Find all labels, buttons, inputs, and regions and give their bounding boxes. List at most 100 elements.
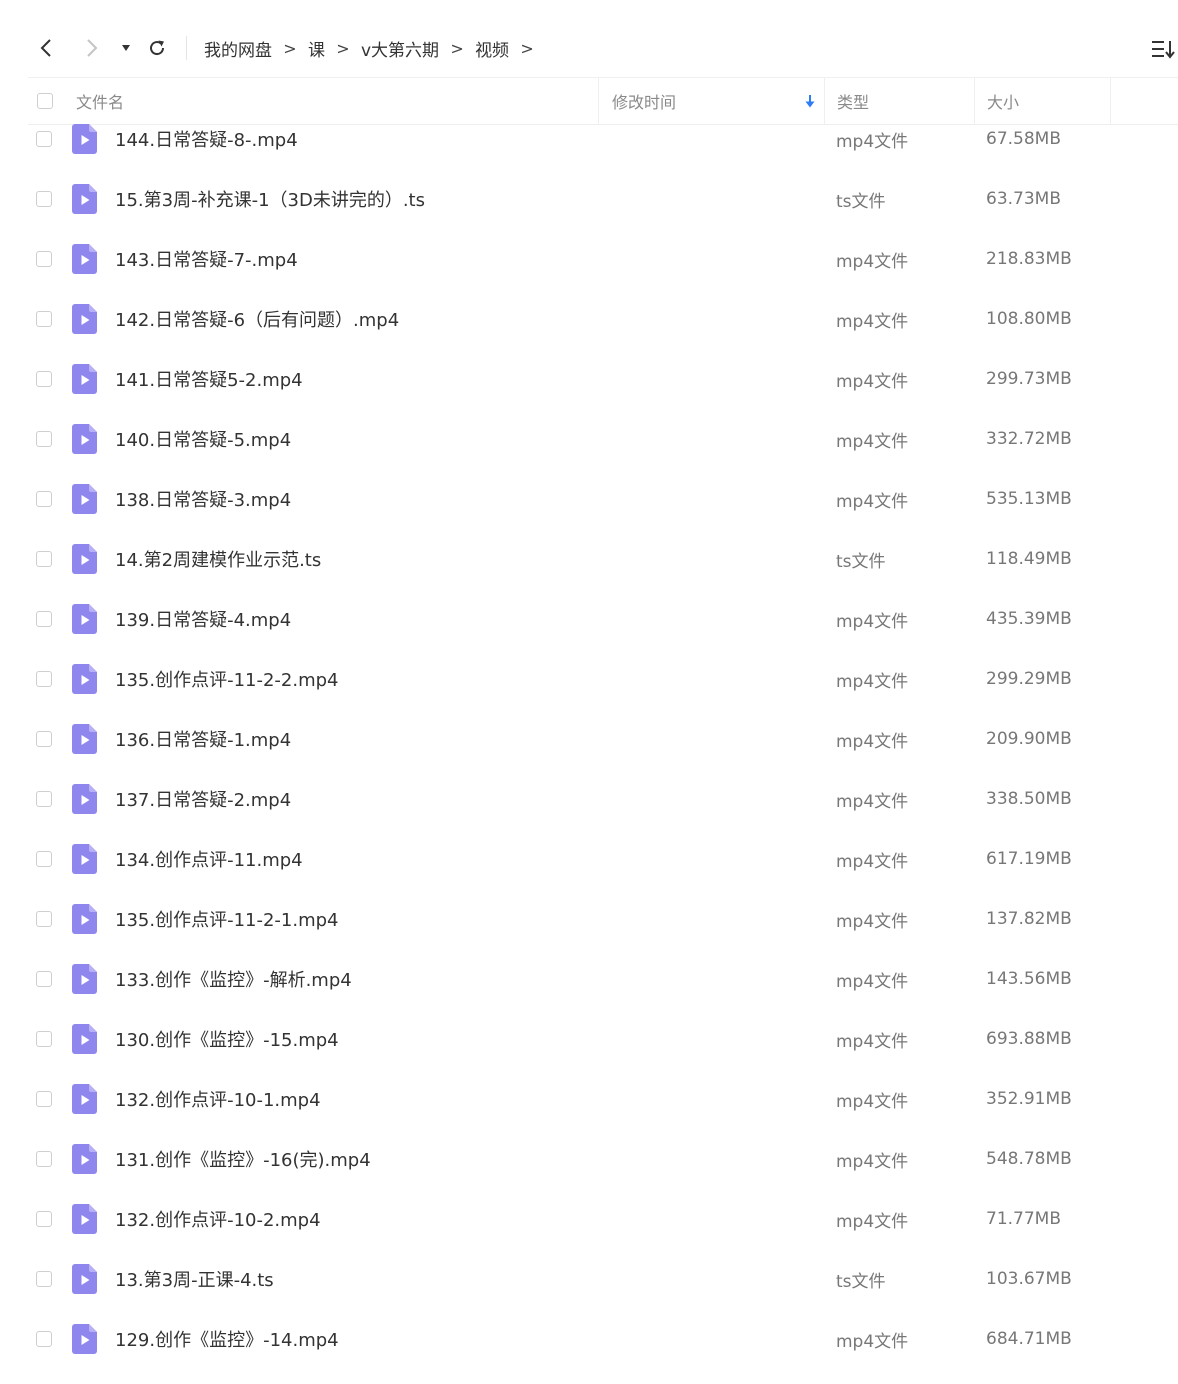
file-row[interactable]: 133.创作《监控》-解析.mp4 mp4文件 143.56MB [28,964,1178,1024]
file-name[interactable]: 132.创作点评-10-2.mp4 [115,1204,321,1234]
file-row[interactable]: 135.创作点评-11-2-2.mp4 mp4文件 299.29MB [28,664,1178,724]
file-row[interactable]: 135.创作点评-11-2-1.mp4 mp4文件 137.82MB [28,904,1178,964]
file-name[interactable]: 131.创作《监控》-16(完).mp4 [115,1144,371,1174]
row-checkbox[interactable] [36,911,52,927]
sort-list-icon [1152,41,1175,59]
column-header-name[interactable]: 文件名 [76,78,598,124]
file-name[interactable]: 135.创作点评-11-2-2.mp4 [115,664,339,694]
file-name[interactable]: 13.第3周-正课-4.ts [115,1264,274,1294]
file-name[interactable]: 144.日常答疑-8-.mp4 [115,124,298,154]
row-checkbox[interactable] [36,671,52,687]
select-all-checkbox[interactable] [37,93,53,109]
file-row[interactable]: 129.创作《监控》-14.mp4 mp4文件 684.71MB [28,1324,1178,1384]
row-checkbox[interactable] [36,1031,52,1047]
file-type: mp4文件 [836,611,909,632]
column-header-type[interactable]: 类型 [824,78,974,124]
history-dropdown-button[interactable] [116,32,136,64]
file-row[interactable]: 140.日常答疑-5.mp4 mp4文件 332.72MB [28,424,1178,484]
file-row[interactable]: 139.日常答疑-4.mp4 mp4文件 435.39MB [28,604,1178,664]
row-checkbox-cell [34,424,54,454]
file-size: 617.19MB [986,849,1072,869]
file-row[interactable]: 132.创作点评-10-1.mp4 mp4文件 352.91MB [28,1084,1178,1144]
row-checkbox[interactable] [36,551,52,567]
row-checkbox[interactable] [36,1091,52,1107]
file-row[interactable]: 131.创作《监控》-16(完).mp4 mp4文件 548.78MB [28,1144,1178,1204]
file-size: 67.58MB [986,129,1061,149]
video-file-icon [72,1204,98,1234]
column-header-size[interactable]: 大小 [974,78,1110,124]
file-size: 338.50MB [986,789,1072,809]
video-file-icon [72,964,98,994]
row-checkbox[interactable] [36,1271,52,1287]
file-name[interactable]: 137.日常答疑-2.mp4 [115,784,291,814]
file-name[interactable]: 133.创作《监控》-解析.mp4 [115,964,352,994]
file-name[interactable]: 143.日常答疑-7-.mp4 [115,244,298,274]
sort-menu-button[interactable] [1148,34,1178,64]
file-name[interactable]: 138.日常答疑-3.mp4 [115,484,291,514]
forward-button[interactable] [78,32,106,64]
breadcrumb-item-term[interactable]: v大第六期 [361,36,439,61]
row-checkbox-cell [34,364,54,394]
row-checkbox[interactable] [36,1151,52,1167]
file-row[interactable]: 136.日常答疑-1.mp4 mp4文件 209.90MB [28,724,1178,784]
breadcrumb-item-my-drive[interactable]: 我的网盘 [204,36,272,61]
file-row[interactable]: 142.日常答疑-6（后有问题）.mp4 mp4文件 108.80MB [28,304,1178,364]
file-type: ts文件 [836,551,886,572]
file-name[interactable]: 139.日常答疑-4.mp4 [115,604,291,634]
file-row[interactable]: 138.日常答疑-3.mp4 mp4文件 535.13MB [28,484,1178,544]
file-type: mp4文件 [836,311,909,332]
file-name[interactable]: 142.日常答疑-6（后有问题）.mp4 [115,304,399,334]
file-type: mp4文件 [836,1331,909,1352]
file-row[interactable]: 13.第3周-正课-4.ts ts文件 103.67MB [28,1264,1178,1324]
row-checkbox-cell [34,304,54,334]
file-name[interactable]: 15.第3周-补充课-1（3D未讲完的）.ts [115,184,425,214]
row-checkbox[interactable] [36,311,52,327]
file-name[interactable]: 141.日常答疑5-2.mp4 [115,364,303,394]
row-checkbox[interactable] [36,431,52,447]
video-file-icon [72,1144,98,1174]
row-checkbox-cell [34,1024,54,1054]
row-checkbox[interactable] [36,371,52,387]
row-checkbox[interactable] [36,491,52,507]
row-checkbox-cell [34,1264,54,1294]
file-row[interactable]: 134.创作点评-11.mp4 mp4文件 617.19MB [28,844,1178,904]
breadcrumb-item-course[interactable]: 课 [308,36,325,61]
file-name[interactable]: 130.创作《监控》-15.mp4 [115,1024,339,1054]
file-size: 103.67MB [986,1269,1072,1289]
refresh-button[interactable] [142,32,172,64]
row-checkbox[interactable] [36,1211,52,1227]
file-row[interactable]: 132.创作点评-10-2.mp4 mp4文件 71.77MB [28,1204,1178,1264]
breadcrumb-item-videos[interactable]: 视频 [475,36,509,61]
row-checkbox[interactable] [36,251,52,267]
file-size: 209.90MB [986,729,1072,749]
back-button[interactable] [32,32,60,64]
file-row[interactable]: 137.日常答疑-2.mp4 mp4文件 338.50MB [28,784,1178,844]
file-row[interactable]: 15.第3周-补充课-1（3D未讲完的）.ts ts文件 63.73MB [28,184,1178,244]
file-type: mp4文件 [836,251,909,272]
file-row[interactable]: 141.日常答疑5-2.mp4 mp4文件 299.73MB [28,364,1178,424]
file-name[interactable]: 129.创作《监控》-14.mp4 [115,1324,339,1354]
row-checkbox[interactable] [36,791,52,807]
breadcrumb-separator: > [520,38,534,58]
row-checkbox[interactable] [36,611,52,627]
row-checkbox[interactable] [36,191,52,207]
file-name[interactable]: 132.创作点评-10-1.mp4 [115,1084,321,1114]
file-name[interactable]: 14.第2周建模作业示范.ts [115,544,321,574]
file-name[interactable]: 135.创作点评-11-2-1.mp4 [115,904,339,934]
file-name[interactable]: 134.创作点评-11.mp4 [115,844,303,874]
file-name[interactable]: 140.日常答疑-5.mp4 [115,424,291,454]
file-row[interactable]: 143.日常答疑-7-.mp4 mp4文件 218.83MB [28,244,1178,304]
row-checkbox[interactable] [36,131,52,147]
row-checkbox[interactable] [36,971,52,987]
file-row[interactable]: 130.创作《监控》-15.mp4 mp4文件 693.88MB [28,1024,1178,1084]
file-row[interactable]: 14.第2周建模作业示范.ts ts文件 118.49MB [28,544,1178,604]
video-file-icon [72,784,98,814]
column-header-modified[interactable]: 修改时间 [598,78,824,124]
row-checkbox[interactable] [36,851,52,867]
row-checkbox[interactable] [36,1331,52,1347]
file-row[interactable]: 144.日常答疑-8-.mp4 mp4文件 67.58MB [28,124,1178,184]
row-checkbox[interactable] [36,731,52,747]
file-size: 435.39MB [986,609,1072,629]
file-type: mp4文件 [836,431,909,452]
file-name[interactable]: 136.日常答疑-1.mp4 [115,724,291,754]
